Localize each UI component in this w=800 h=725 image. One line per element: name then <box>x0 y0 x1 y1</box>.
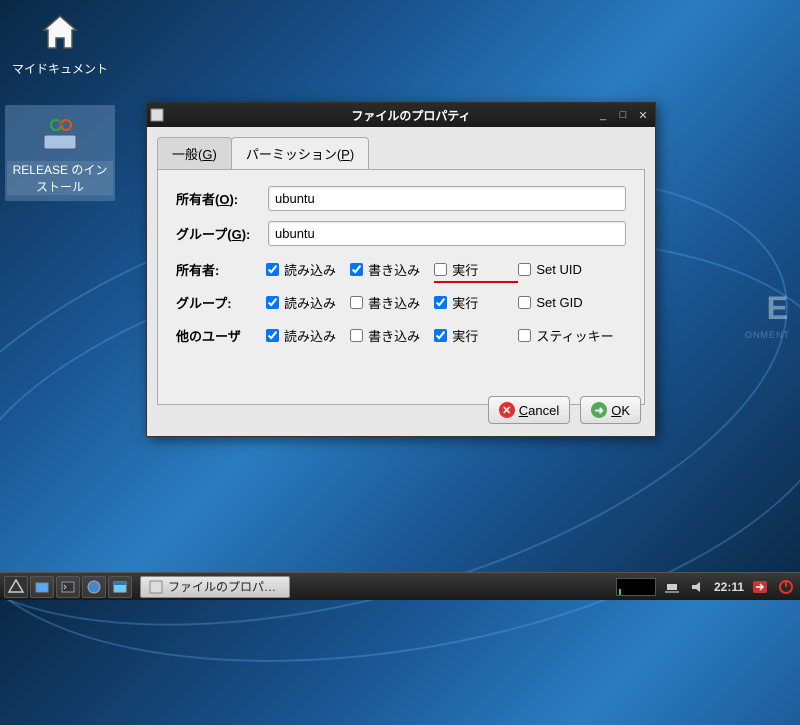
window-title: ファイルのプロパティ <box>167 107 655 124</box>
taskbar-window-button[interactable]: ファイルのプロパ… <box>140 576 290 598</box>
show-desktop-button[interactable] <box>108 576 132 598</box>
desktop-brand-subtext: ONMENT <box>745 330 790 340</box>
desktop-brand-text: E <box>767 290 790 327</box>
desktop-icon-documents[interactable]: マイドキュメント <box>5 8 115 77</box>
owner-exec-checkbox[interactable] <box>434 263 447 276</box>
close-button[interactable]: ✕ <box>637 109 649 121</box>
perm-row-other-label: 他のユーザ <box>176 326 266 345</box>
sticky-checkbox[interactable] <box>518 329 531 342</box>
group-exec-checkbox[interactable] <box>434 296 447 309</box>
group-label: グループ(G): <box>176 224 268 243</box>
quick-launch-terminal[interactable] <box>56 576 80 598</box>
group-input[interactable] <box>268 221 626 246</box>
perm-text: Set UID <box>536 262 582 277</box>
perm-row-group-label: グループ: <box>176 293 266 312</box>
desktop-icon-label: マイドキュメント <box>5 60 115 77</box>
home-icon <box>36 8 84 56</box>
window-icon <box>147 108 167 122</box>
perm-text: 読み込み <box>284 326 336 345</box>
file-properties-dialog: ファイルのプロパティ _ □ ✕ 一般(G) パーミッション(P) 所有者(O)… <box>146 102 656 437</box>
system-monitor-graph[interactable] <box>616 578 656 596</box>
tab-permissions[interactable]: パーミッション(P) <box>231 137 369 169</box>
cancel-icon: ✕ <box>499 402 515 418</box>
owner-read-checkbox[interactable] <box>266 263 279 276</box>
owner-input[interactable] <box>268 186 626 211</box>
desktop-icon-release-install[interactable]: RELEASE のインストール <box>5 105 115 201</box>
perm-text: 実行 <box>452 326 478 345</box>
group-read-checkbox[interactable] <box>266 296 279 309</box>
exit-tray-icon[interactable] <box>750 577 770 597</box>
window-icon <box>149 580 163 594</box>
power-button[interactable] <box>776 577 796 597</box>
volume-tray-icon[interactable] <box>688 577 708 597</box>
minimize-button[interactable]: _ <box>597 109 609 121</box>
perm-text: 読み込み <box>284 260 336 279</box>
install-icon <box>36 109 84 157</box>
cancel-button[interactable]: ✕ Cancel <box>488 396 570 424</box>
quick-launch-filemanager[interactable] <box>30 576 54 598</box>
other-write-checkbox[interactable] <box>350 329 363 342</box>
owner-write-checkbox[interactable] <box>350 263 363 276</box>
other-read-checkbox[interactable] <box>266 329 279 342</box>
other-exec-checkbox[interactable] <box>434 329 447 342</box>
owner-label: 所有者(O): <box>176 189 268 208</box>
taskbar-clock[interactable]: 22:11 <box>714 580 744 594</box>
setgid-checkbox[interactable] <box>518 296 531 309</box>
ok-button[interactable]: ➜ OK <box>580 396 641 424</box>
titlebar[interactable]: ファイルのプロパティ _ □ ✕ <box>147 103 655 127</box>
quick-launch-browser[interactable] <box>82 576 106 598</box>
tab-content-permissions: 所有者(O): グループ(G): 所有者: 読み込み 書き込み 実行 Set U… <box>157 169 645 405</box>
taskbar: ファイルのプロパ… 22:11 <box>0 572 800 600</box>
perm-text: 書き込み <box>368 326 420 345</box>
start-menu-button[interactable] <box>4 576 28 598</box>
ok-icon: ➜ <box>591 402 607 418</box>
perm-text: 読み込み <box>284 293 336 312</box>
desktop-icon-label: RELEASE のインストール <box>7 161 113 195</box>
perm-row-owner-label: 所有者: <box>176 260 266 279</box>
perm-text: スティッキー <box>536 326 613 345</box>
maximize-button[interactable]: □ <box>617 109 629 121</box>
setuid-checkbox[interactable] <box>518 263 531 276</box>
group-write-checkbox[interactable] <box>350 296 363 309</box>
perm-text: 実行 <box>452 260 478 279</box>
perm-text: 実行 <box>452 293 478 312</box>
tab-bar: 一般(G) パーミッション(P) <box>147 127 655 169</box>
perm-text: 書き込み <box>368 260 420 279</box>
tab-general[interactable]: 一般(G) <box>157 137 232 169</box>
perm-text: 書き込み <box>368 293 420 312</box>
taskbar-window-label: ファイルのプロパ… <box>168 578 276 595</box>
perm-text: Set GID <box>536 295 582 310</box>
network-tray-icon[interactable] <box>662 577 682 597</box>
